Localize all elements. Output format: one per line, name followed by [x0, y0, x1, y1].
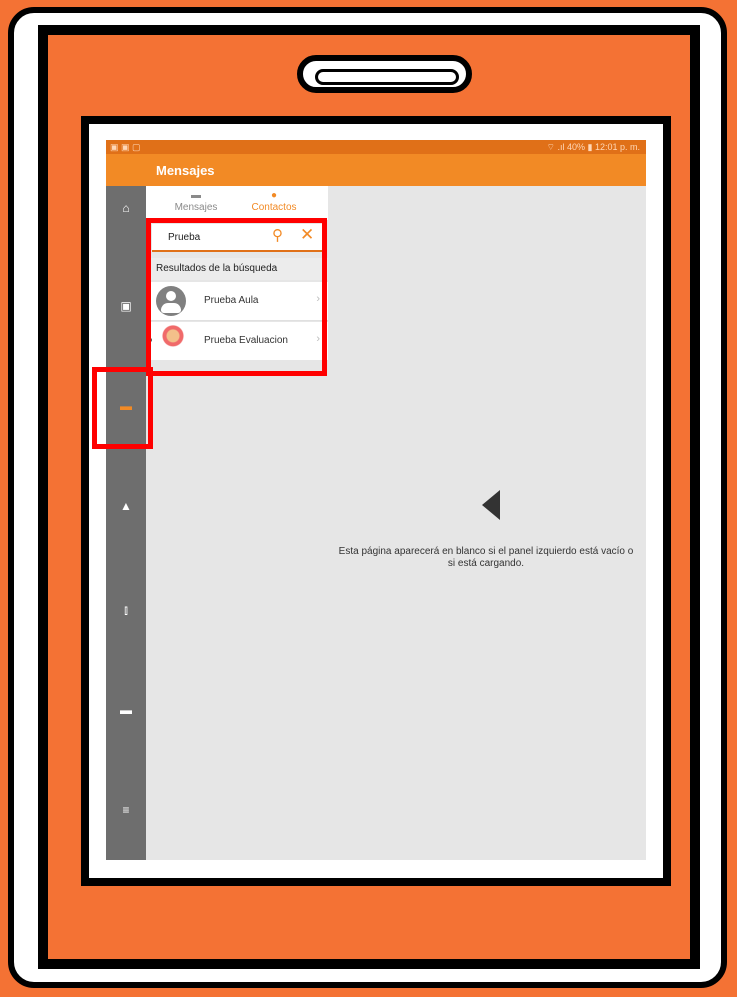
- chat-bubble-icon: ▬: [191, 190, 201, 201]
- tab-bar: ▬ Mensajes ● Contactos: [146, 186, 328, 220]
- calendar-icon[interactable]: ▣: [116, 296, 136, 316]
- tab-mensajes-label: Mensajes: [174, 202, 218, 213]
- tab-contactos[interactable]: ● Contactos: [234, 190, 314, 213]
- menu-icon[interactable]: ≡: [116, 800, 136, 820]
- home-icon[interactable]: ⌂: [116, 198, 136, 218]
- page-title: Mensajes: [156, 163, 215, 178]
- status-left-icons: ▣ ▣ ▢: [110, 142, 141, 152]
- tab-mensajes[interactable]: ▬ Mensajes: [156, 190, 236, 213]
- back-arrow-icon[interactable]: [482, 490, 500, 520]
- device-speaker: [297, 55, 472, 93]
- sidebar-chat-highlight: [92, 367, 153, 449]
- status-bar: ▣ ▣ ▢ ⌔ .ıl 40% ▮ 12:01 p. m.: [106, 140, 646, 154]
- app-bar: Mensajes: [106, 154, 646, 186]
- empty-state-message: Esta página aparecerá en blanco si el pa…: [338, 546, 634, 569]
- bell-icon[interactable]: ▲: [116, 496, 136, 516]
- folder-icon[interactable]: ▬: [116, 700, 136, 720]
- detail-panel: Esta página aparecerá en blanco si el pa…: [328, 186, 646, 860]
- sidebar: ⌂ ▣ ▬ ▲ ⫾ ▬ ≡: [106, 186, 146, 860]
- status-right-info: ⌔ .ıl 40% ▮ 12:01 p. m.: [546, 142, 640, 152]
- search-results-highlight: [146, 218, 327, 376]
- tab-contactos-label: Contactos: [251, 202, 297, 213]
- person-icon: ●: [270, 190, 278, 201]
- chart-icon[interactable]: ⫾: [116, 600, 136, 620]
